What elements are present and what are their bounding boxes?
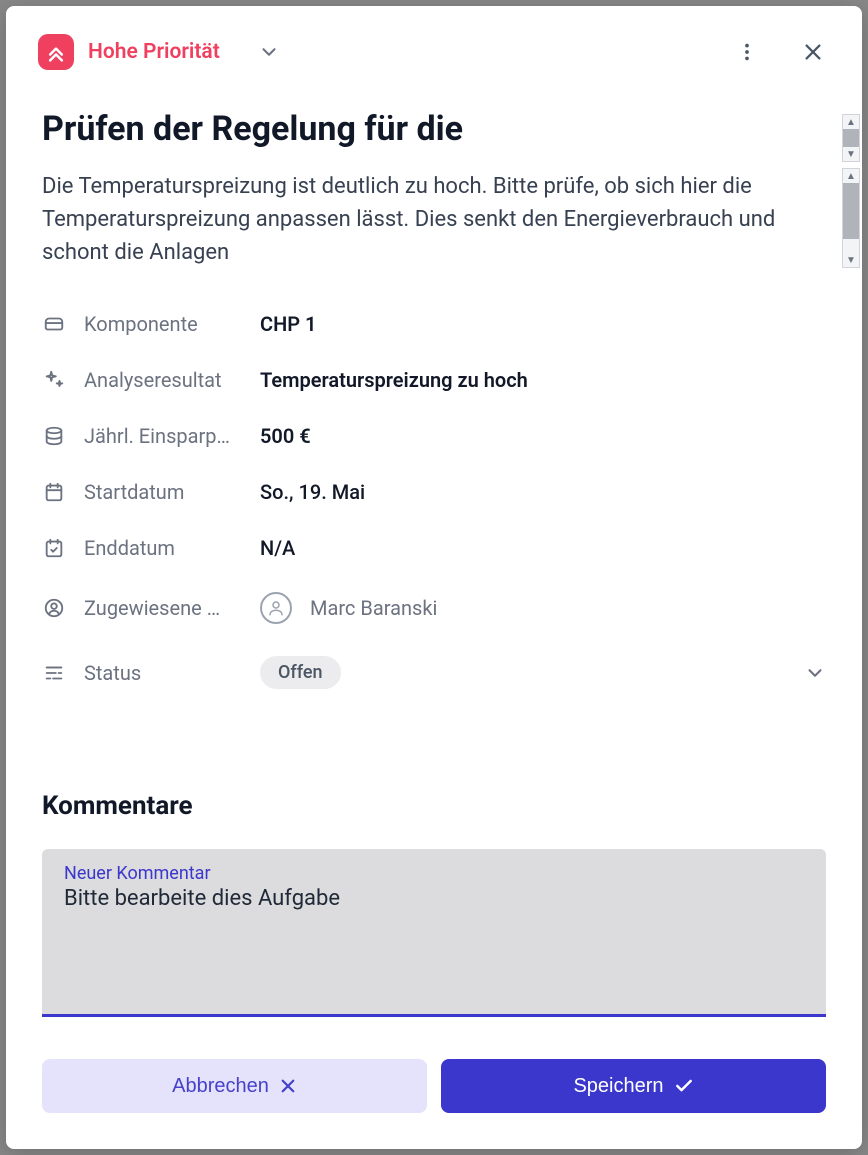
comment-input-label: Neuer Kommentar <box>64 863 804 884</box>
save-button[interactable]: Speichern <box>441 1059 826 1113</box>
status-dropdown-chevron[interactable] <box>804 662 826 684</box>
cancel-label: Abbrechen <box>172 1075 269 1098</box>
status-icon <box>42 661 66 685</box>
field-assignee: Zugewiesene … Marc Baranski <box>42 592 826 624</box>
field-value: 500 € <box>260 424 311 448</box>
more-menu-icon[interactable] <box>730 35 764 69</box>
component-icon <box>42 312 66 336</box>
field-status: Status Offen <box>42 656 826 689</box>
priority-dropdown[interactable] <box>258 41 280 63</box>
assignee-value[interactable]: Marc Baranski <box>260 592 437 624</box>
field-savings: Jährl. Einsparp… 500 € <box>42 424 826 448</box>
close-icon <box>279 1077 297 1095</box>
task-modal: Hohe Priorität ▲ ▼ ▲ ▼ Prüfen der Regelu… <box>6 6 862 1149</box>
sparkle-icon <box>42 368 66 392</box>
person-icon <box>42 596 66 620</box>
comment-box[interactable]: Neuer Kommentar <box>42 849 826 1017</box>
modal-header: Hohe Priorität <box>6 6 862 90</box>
task-title: Prüfen der Regelung für die <box>42 108 826 151</box>
coins-icon <box>42 424 66 448</box>
title-scrollbar[interactable]: ▲ ▼ <box>842 114 860 162</box>
field-label: Startdatum <box>84 480 242 504</box>
task-description: Die Temperaturspreizung ist deutlich zu … <box>42 170 802 269</box>
calendar-check-icon <box>42 536 66 560</box>
status-pill[interactable]: Offen <box>260 656 341 689</box>
field-value: CHP 1 <box>260 312 316 336</box>
priority-label: Hohe Priorität <box>88 40 220 64</box>
calendar-icon <box>42 480 66 504</box>
field-label: Komponente <box>84 312 242 336</box>
field-value: N/A <box>260 536 295 560</box>
assignee-name: Marc Baranski <box>310 596 437 620</box>
cancel-button[interactable]: Abbrechen <box>42 1059 427 1113</box>
modal-footer: Abbrechen Speichern <box>6 1059 862 1149</box>
priority-icon <box>38 34 74 70</box>
title-container: Prüfen der Regelung für die <box>42 108 826 164</box>
field-value: So., 19. Mai <box>260 480 365 504</box>
save-label: Speichern <box>573 1075 663 1098</box>
field-end-date: Enddatum N/A <box>42 536 826 560</box>
field-start-date: Startdatum So., 19. Mai <box>42 480 826 504</box>
field-analysis: Analyseresultat Temperaturspreizung zu h… <box>42 368 826 392</box>
field-label: Zugewiesene … <box>84 596 242 620</box>
check-icon <box>674 1076 694 1096</box>
field-label: Enddatum <box>84 536 242 560</box>
description-scrollbar[interactable]: ▲ ▼ <box>842 168 860 268</box>
comments-title: Kommentare <box>42 791 826 821</box>
fields-list: Komponente CHP 1 Analyseresultat Tempera… <box>42 312 826 689</box>
field-label: Jährl. Einsparp… <box>84 424 242 448</box>
comment-input[interactable] <box>64 886 804 911</box>
avatar-icon <box>260 592 292 624</box>
field-value: Temperaturspreizung zu hoch <box>260 368 528 392</box>
close-icon[interactable] <box>796 35 830 69</box>
description-container: Die Temperaturspreizung ist deutlich zu … <box>42 170 826 278</box>
modal-content: ▲ ▼ ▲ ▼ Prüfen der Regelung für die Die … <box>6 90 862 743</box>
comments-section: Kommentare Neuer Kommentar <box>6 791 862 1045</box>
field-label: Analyseresultat <box>84 368 242 392</box>
field-component: Komponente CHP 1 <box>42 312 826 336</box>
field-label: Status <box>84 661 242 685</box>
